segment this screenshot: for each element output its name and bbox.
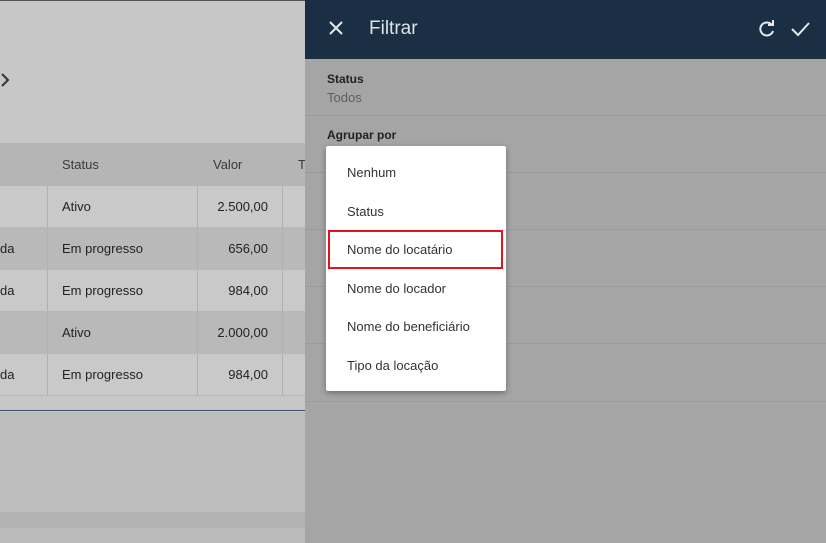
group-by-dropdown: Nenhum Status Nome do locatário Nome do … [326, 146, 506, 391]
table-cell-valor: 984,00 [228, 283, 268, 298]
table-cell-valor: 2.000,00 [217, 325, 268, 340]
group-by-field-label: Agrupar por [327, 128, 397, 142]
column-header-valor[interactable]: Valor [213, 157, 242, 172]
close-icon[interactable] [325, 17, 347, 39]
table-row[interactable]: Ativo 2.000,00 [0, 312, 306, 354]
background-scrollbar[interactable] [0, 512, 306, 528]
table-cell-status: Em progresso [62, 241, 143, 256]
status-field-value: Todos [327, 90, 362, 105]
dropdown-option-nome-do-locatario[interactable]: Nome do locatário [328, 230, 503, 269]
check-icon[interactable] [789, 19, 811, 39]
table-header: Status Valor T [0, 143, 306, 186]
filter-panel-header: Filtrar [305, 0, 826, 59]
table-cell-prefix: da [0, 367, 15, 382]
refresh-icon[interactable] [757, 19, 777, 39]
table-cell-status: Ativo [62, 325, 91, 340]
table-row[interactable]: Ativo 2.500,00 [0, 186, 306, 228]
table-cell-prefix: da [0, 241, 15, 256]
panel-title: Filtrar [369, 18, 418, 39]
status-field-label: Status [327, 72, 364, 86]
table-bottom-border [0, 410, 306, 411]
table-cell-valor: 656,00 [228, 241, 268, 256]
dropdown-option-status[interactable]: Status [326, 192, 506, 231]
table-row[interactable]: da Em progresso 656,00 [0, 228, 306, 270]
dropdown-option-tipo-da-locacao[interactable]: Tipo da locação [326, 346, 506, 385]
status-field[interactable]: Status Todos [305, 59, 826, 116]
table-cell-prefix: da [0, 283, 15, 298]
background-page: Status Valor T Ativo 2.500,00 da Em prog… [0, 0, 306, 543]
background-footer-strip [0, 528, 306, 543]
column-header-status[interactable]: Status [62, 157, 99, 172]
dropdown-option-nenhum[interactable]: Nenhum [326, 153, 506, 192]
table-cell-status: Ativo [62, 199, 91, 214]
dropdown-option-nome-do-beneficiario[interactable]: Nome do beneficiário [326, 307, 506, 346]
table-cell-valor: 2.500,00 [217, 199, 268, 214]
table-cell-valor: 984,00 [228, 367, 268, 382]
table-row[interactable]: da Em progresso 984,00 [0, 270, 306, 312]
table-cell-status: Em progresso [62, 283, 143, 298]
data-table: Status Valor T Ativo 2.500,00 da Em prog… [0, 143, 306, 396]
table-cell-status: Em progresso [62, 367, 143, 382]
chevron-right-icon[interactable] [0, 70, 12, 90]
table-row[interactable]: da Em progresso 984,00 [0, 354, 306, 396]
dropdown-option-nome-do-locador[interactable]: Nome do locador [326, 269, 506, 308]
background-topbar [0, 0, 306, 1]
background-footer [0, 412, 306, 512]
